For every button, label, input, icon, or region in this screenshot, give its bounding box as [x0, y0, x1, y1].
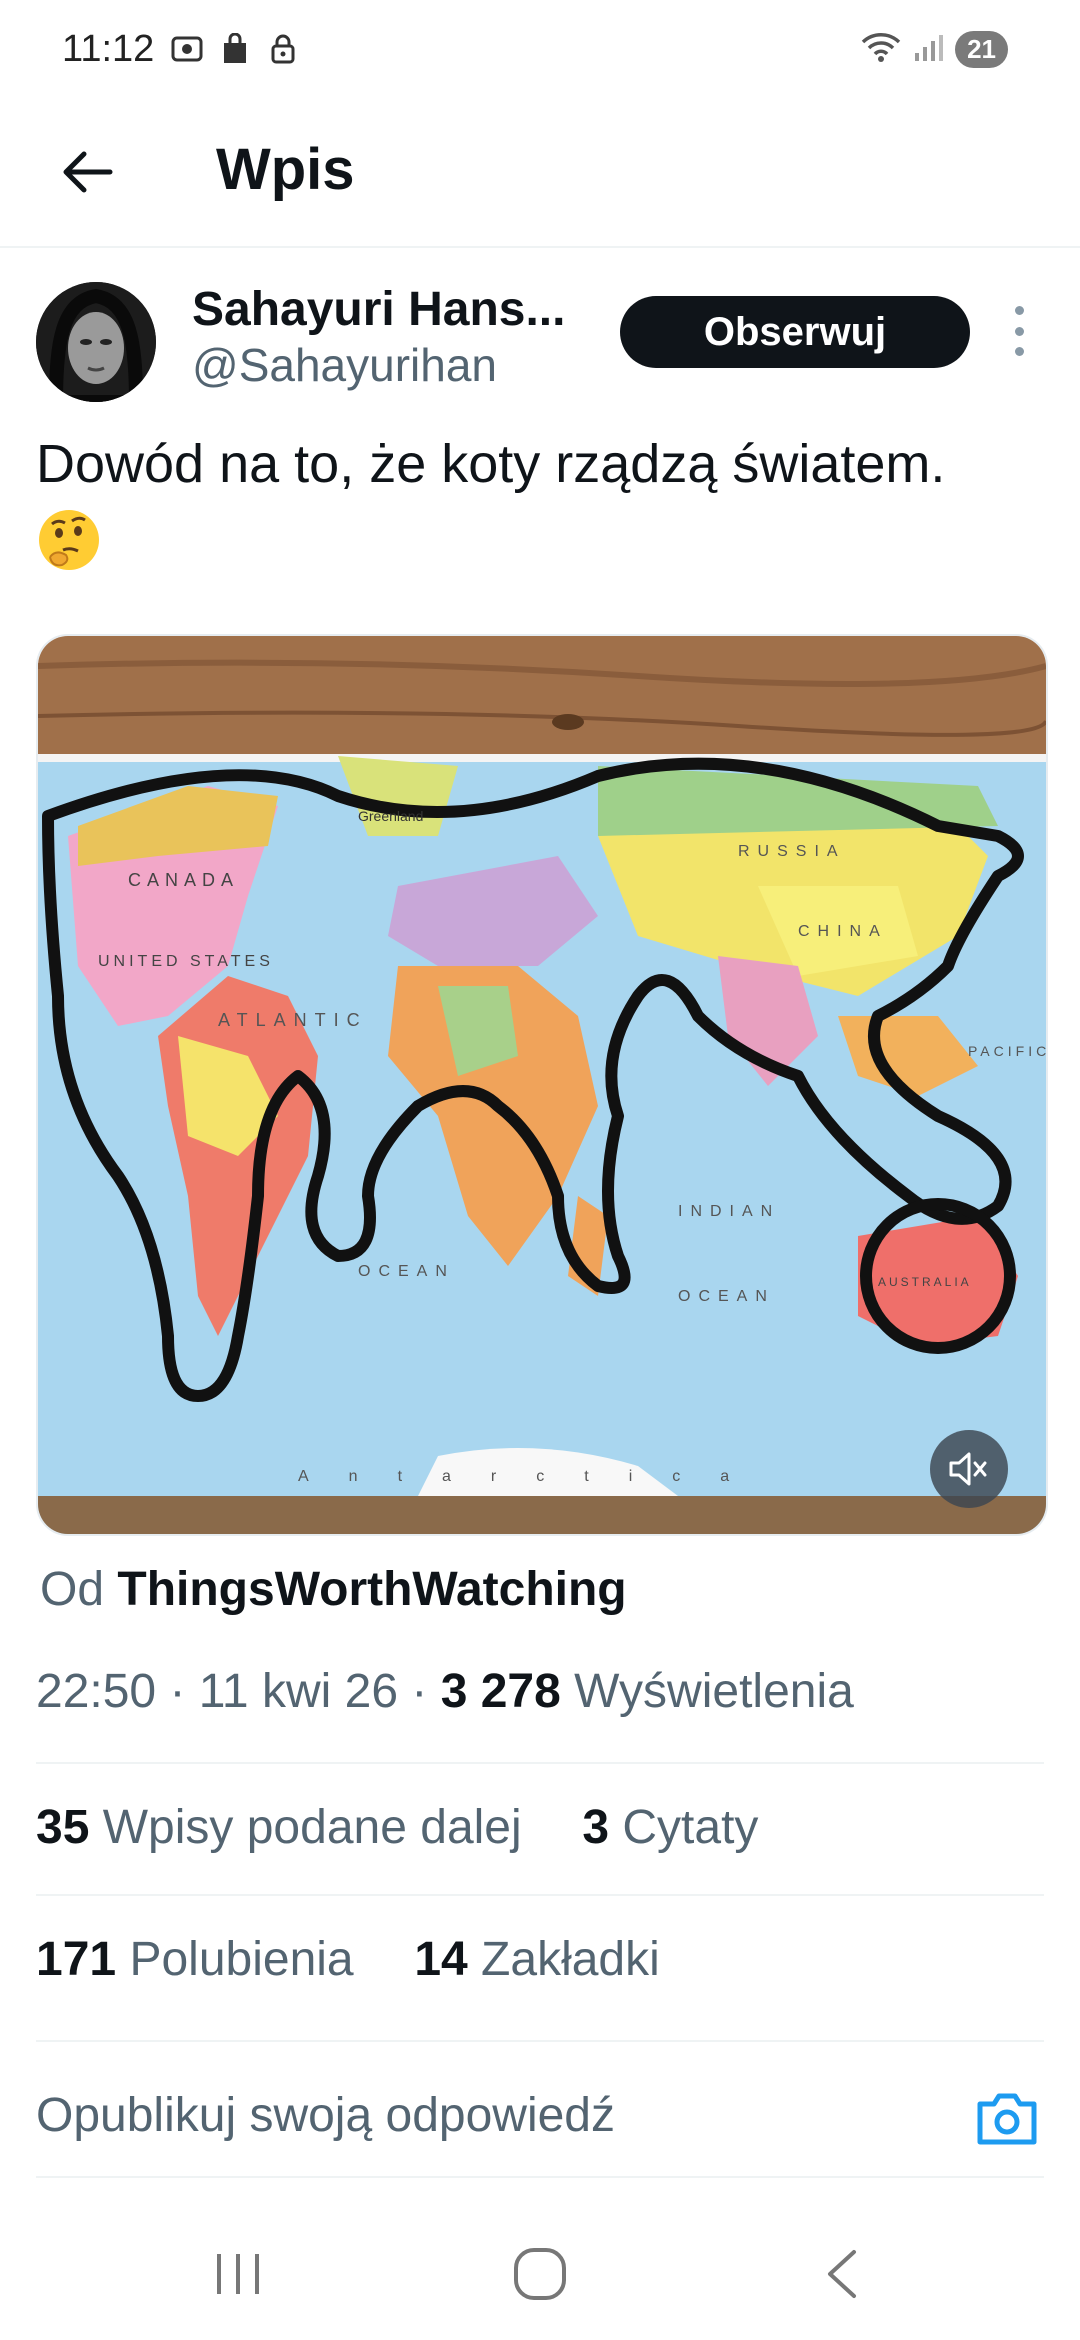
video-source: Od ThingsWorthWatching — [40, 1562, 627, 1617]
home-icon — [514, 2248, 566, 2300]
top-app-bar: Wpis — [0, 100, 1080, 248]
tweet-text: Dowód na to, że koty rządzą światem. — [36, 428, 1046, 573]
follow-button[interactable]: Obserwuj — [620, 296, 970, 368]
tweet-date: 11 kwi 26 — [198, 1665, 399, 1718]
back-button[interactable] — [48, 134, 124, 210]
thinking-face-icon — [36, 507, 102, 573]
reposts-stat[interactable]: 35 Wpisy podane dalej — [36, 1801, 522, 1854]
map-label-canada: CANADA — [128, 870, 239, 890]
home-button[interactable] — [505, 2244, 575, 2304]
bookmarks-label: Zakładki — [481, 1933, 660, 1986]
status-icons-right: 21 — [859, 30, 1008, 69]
quotes-label: Cytaty — [622, 1801, 759, 1854]
meta-separator: · — [411, 1665, 441, 1718]
divider — [36, 2040, 1044, 2042]
page-title: Wpis — [216, 137, 355, 202]
tweet-video[interactable]: Greenland CANADA UNITED STATES ATLANTIC … — [36, 634, 1048, 1536]
recent-apps-button[interactable] — [203, 2244, 273, 2304]
tweet-body: Dowód na to, że koty rządzą światem. — [36, 434, 946, 494]
signal-icon — [913, 31, 945, 68]
map-label-ocean-atlantic: OCEAN — [358, 1263, 455, 1280]
likes-label: Polubienia — [129, 1933, 354, 1986]
more-dot-icon — [1014, 306, 1024, 315]
system-back-button[interactable] — [807, 2244, 877, 2304]
map-label-australia: AUSTRALIA — [878, 1275, 972, 1289]
map-label-pacific: PACIFIC — [968, 1043, 1046, 1059]
mute-icon — [949, 1452, 987, 1486]
quotes-stat[interactable]: 3 Cytaty — [582, 1801, 758, 1854]
source-link[interactable]: ThingsWorthWatching — [117, 1563, 626, 1616]
system-navigation-bar — [0, 2200, 1080, 2340]
status-bar: 11:12 21 — [0, 0, 1080, 100]
stats-row-reposts: 35 Wpisy podane dalej 3 Cytaty — [36, 1800, 758, 1855]
status-icons-left — [170, 32, 300, 66]
divider — [36, 1762, 1044, 1764]
map-label-antarctica: Antarctica — [298, 1468, 769, 1485]
map-label-russia: RUSSIA — [738, 843, 846, 860]
shopping-bag-icon — [218, 32, 252, 66]
bookmarks-count: 14 — [414, 1933, 468, 1986]
map-label-ocean-indian: OCEAN — [678, 1288, 775, 1305]
divider — [36, 2176, 1044, 2178]
battery-indicator: 21 — [955, 31, 1008, 68]
reposts-label: Wpisy podane dalej — [102, 1801, 522, 1854]
avatar[interactable] — [36, 282, 156, 402]
arrow-left-icon — [63, 151, 113, 193]
meta-separator: · — [169, 1665, 199, 1718]
map-label-china: CHINA — [798, 923, 888, 940]
divider — [36, 1894, 1044, 1896]
map-label-atlantic: ATLANTIC — [218, 1010, 368, 1030]
status-time: 11:12 — [62, 28, 155, 70]
camera-button[interactable] — [974, 2088, 1040, 2148]
camera-icon — [977, 2093, 1037, 2145]
map-label-usa: UNITED STATES — [98, 953, 274, 970]
map-label-indian: INDIAN — [678, 1203, 780, 1220]
likes-count: 171 — [36, 1933, 117, 1986]
recent-apps-icon — [217, 2254, 259, 2294]
map-label-greenland: Greenland — [358, 808, 423, 824]
stats-row-likes: 171 Polubienia 14 Zakładki — [36, 1932, 660, 1987]
quotes-count: 3 — [582, 1801, 610, 1854]
lock-icon — [266, 32, 300, 66]
views-label: Wyświetlenia — [574, 1665, 854, 1718]
author-handle[interactable]: @Sahayurihan — [192, 338, 497, 392]
reply-input[interactable]: Opublikuj swoją odpowiedź — [36, 2088, 615, 2143]
more-dot-icon — [1014, 326, 1024, 336]
reposts-count: 35 — [36, 1801, 90, 1854]
views-count: 3 278 — [440, 1665, 561, 1718]
chevron-left-icon — [828, 2250, 856, 2298]
tweet-meta: 22:50 · 11 kwi 26 · 3 278 Wyświetlenia — [36, 1664, 854, 1719]
likes-stat[interactable]: 171 Polubienia — [36, 1933, 354, 1986]
wifi-icon — [859, 30, 903, 69]
more-options-button[interactable] — [1004, 306, 1034, 356]
screenshot-icon — [170, 32, 204, 66]
bookmarks-stat[interactable]: 14 Zakładki — [414, 1933, 659, 1986]
mute-button[interactable] — [930, 1430, 1008, 1508]
source-prefix: Od — [40, 1563, 105, 1616]
tweet-time: 22:50 — [36, 1665, 157, 1718]
more-dot-icon — [1014, 347, 1024, 356]
author-name[interactable]: Sahayuri Hans... — [192, 282, 582, 337]
